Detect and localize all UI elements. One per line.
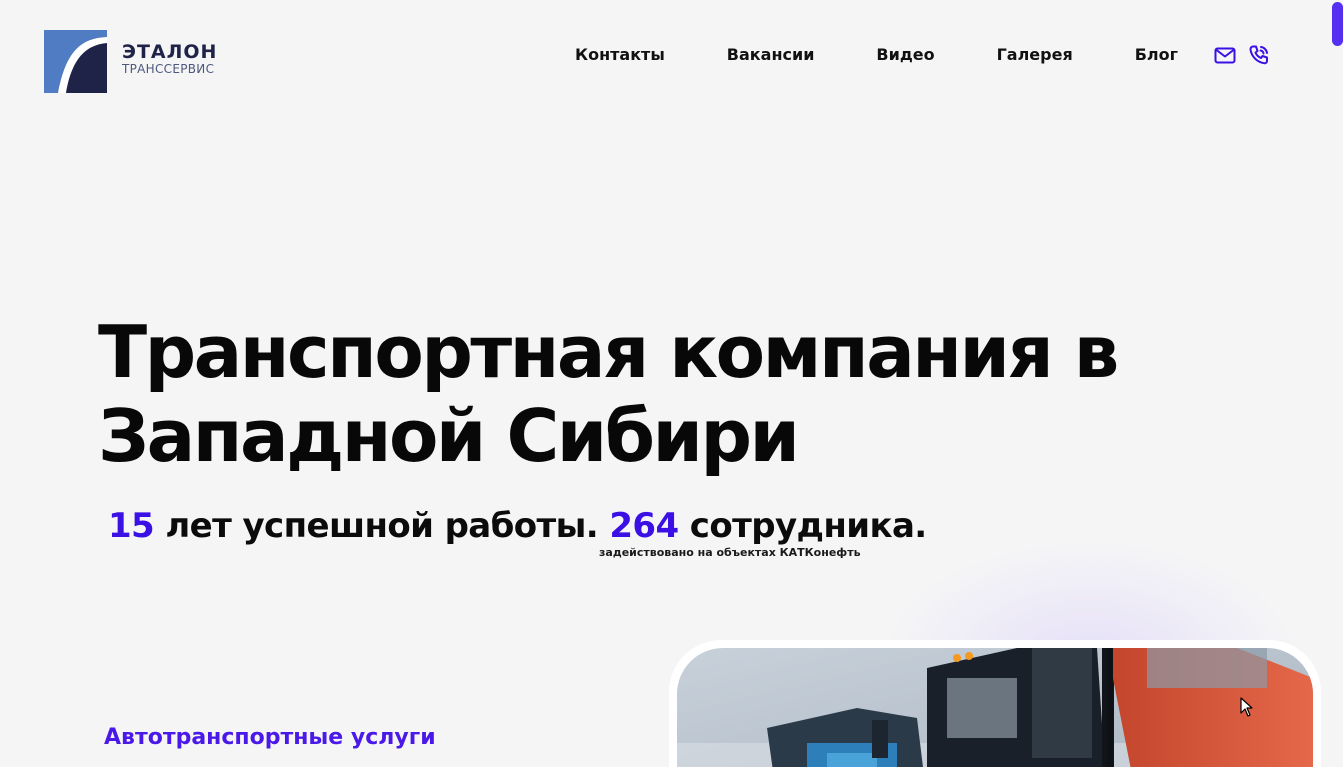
main-nav: Контакты Вакансии Видео Галерея Блог bbox=[575, 44, 1282, 66]
nav-link-vacancies[interactable]: Вакансии bbox=[727, 44, 815, 66]
nav-link-video[interactable]: Видео bbox=[876, 44, 934, 66]
logo-mark-icon bbox=[44, 30, 107, 93]
services-title[interactable]: Автотранспортные услуги bbox=[104, 724, 436, 752]
logo-title: ЭТАЛОН bbox=[122, 41, 218, 63]
years-text: лет успешной работы. bbox=[165, 506, 599, 546]
hero-title-line1: Транспортная компания в bbox=[98, 310, 1119, 394]
hero-title: Транспортная компания в Западной Сибири bbox=[98, 310, 1198, 478]
mouse-cursor-icon bbox=[1240, 697, 1253, 717]
employees-text: сотрудника. bbox=[689, 506, 927, 546]
employees-value: 264 bbox=[609, 506, 679, 546]
company-logo[interactable]: ЭТАЛОН ТРАНССЕРВИС bbox=[44, 30, 217, 93]
hero-stats: 15 лет успешной работы. 264 сотрудника. bbox=[108, 504, 927, 548]
mail-icon[interactable] bbox=[1214, 44, 1236, 66]
hero-title-line2: Западной Сибири bbox=[98, 394, 800, 478]
phone-call-icon[interactable] bbox=[1248, 44, 1270, 66]
logo-subtitle: ТРАНССЕРВИС bbox=[122, 62, 215, 76]
nav-link-blog[interactable]: Блог bbox=[1135, 44, 1178, 66]
employees-note: задействовано на объектах КАТКонефть bbox=[599, 546, 861, 559]
years-value: 15 bbox=[108, 506, 155, 546]
hero-photo-frame bbox=[669, 640, 1321, 767]
nav-link-contacts[interactable]: Контакты bbox=[575, 44, 665, 66]
hero-photo bbox=[677, 648, 1313, 767]
site-header: ЭТАЛОН ТРАНССЕРВИС Контакты Вакансии Вид… bbox=[0, 0, 1343, 110]
nav-link-gallery[interactable]: Галерея bbox=[997, 44, 1073, 66]
